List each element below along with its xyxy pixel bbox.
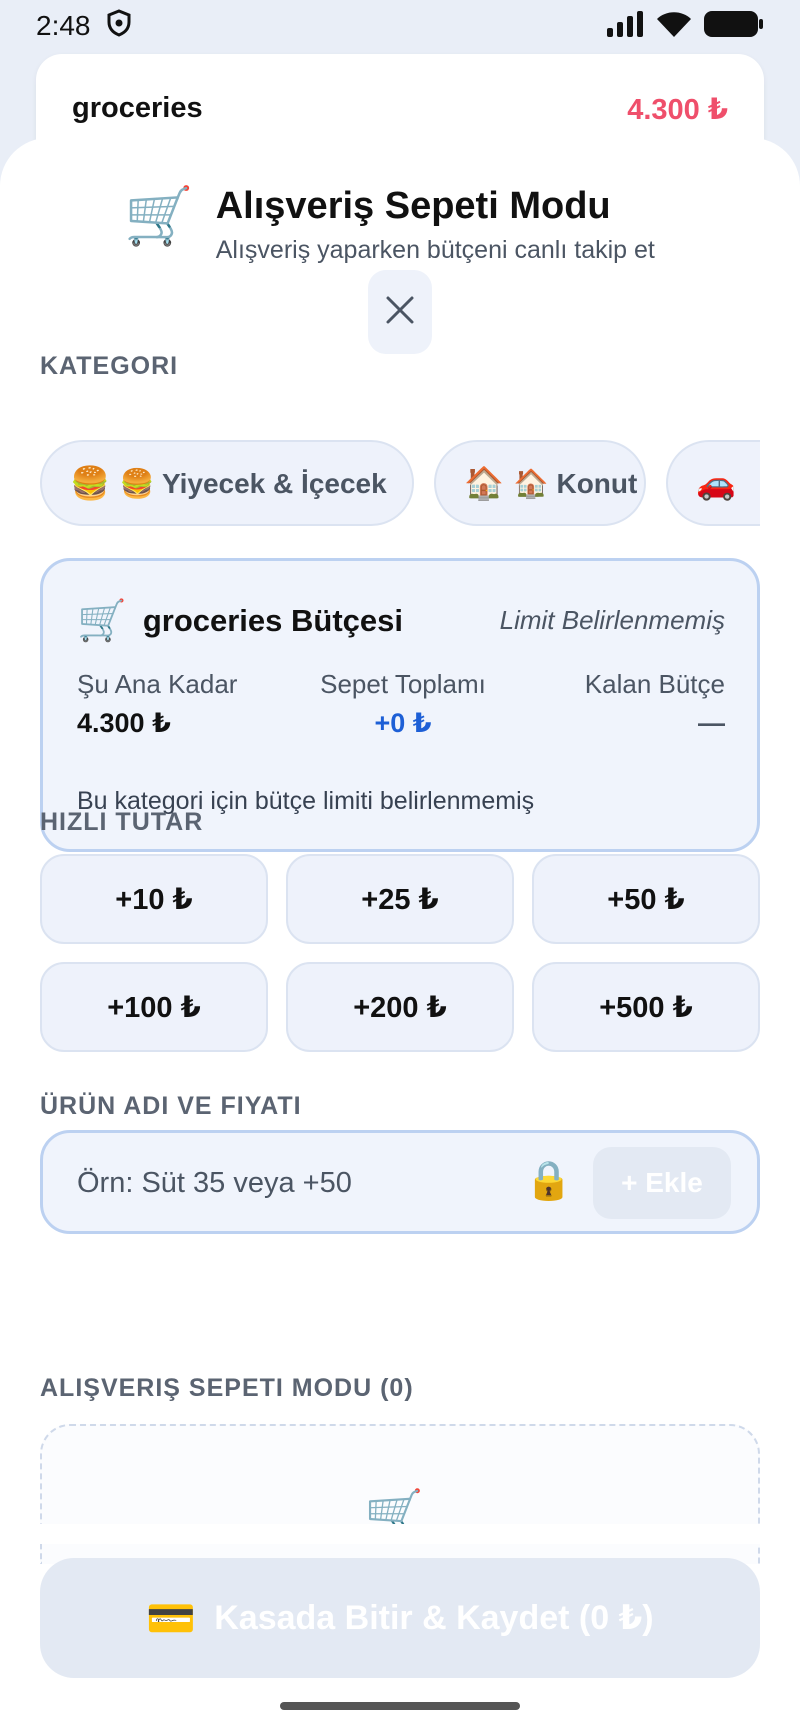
budget-header: 🛒 groceries Bütçesi [77, 597, 403, 644]
shopping-cart-icon: 🛒 [124, 184, 194, 247]
quick-amount-500-button[interactable]: +500 ₺ [532, 962, 760, 1052]
car-icon: 🚗 [696, 465, 736, 501]
chip-transport[interactable]: 🚗 [666, 440, 760, 526]
limit-status: Limit Belirlenmemiş [499, 605, 725, 635]
quick-amount-label: HIZLI TUTAR [40, 808, 204, 836]
quick-amount-10-button[interactable]: +10 ₺ [40, 854, 268, 944]
product-label: ÜRÜN ADI VE FIYATI [40, 1092, 302, 1120]
close-icon [385, 295, 415, 330]
quick-amount-25-button[interactable]: +25 ₺ [286, 854, 514, 944]
burger-icon: 🍔 [70, 465, 110, 501]
lock-icon: 🔒 [525, 1160, 573, 1202]
chip-food-drink[interactable]: 🍔 🍔 Yiyecek & İçecek [40, 440, 414, 526]
wifi-icon [656, 10, 692, 43]
sheet-header: 🛒 Alışveriş Sepeti Modu Alışveriş yapark… [124, 184, 655, 265]
product-input[interactable] [77, 1159, 477, 1207]
remaining-budget: Kalan Bütçe — [585, 669, 725, 739]
finish-label: Kasada Bitir & Kaydet (0 ₺) [214, 1599, 654, 1637]
credit-card-icon: 💳 [146, 1596, 197, 1641]
product-input-wrapper: 🔒 + Ekle [40, 1130, 760, 1234]
finish-checkout-button[interactable]: 💳 Kasada Bitir & Kaydet (0 ₺) [40, 1558, 760, 1678]
cart-label: ALIŞVERIŞ SEPETI MODU (0) [40, 1374, 414, 1402]
chip-label: 🍔 Yiyecek & İçecek [119, 467, 387, 499]
add-button[interactable]: + Ekle [593, 1147, 731, 1219]
status-time: 2:48 [36, 10, 91, 41]
shopping-cart-icon: 🛒 [77, 599, 127, 643]
sheet-subtitle: Alışveriş yaparken bütçeni canlı takip e… [215, 236, 655, 264]
quick-amount-50-button[interactable]: +50 ₺ [532, 854, 760, 944]
battery-icon [704, 10, 764, 43]
quick-amount-200-button[interactable]: +200 ₺ [286, 962, 514, 1052]
shield-icon [107, 8, 131, 44]
chip-label: 🏠 Konut [513, 467, 638, 499]
sheet-title: Alışveriş Sepeti Modu [215, 185, 611, 227]
category-label: KATEGORI [40, 352, 179, 380]
home-indicator[interactable] [280, 1702, 520, 1710]
signal-icon [606, 10, 644, 42]
status-bar: 2:48 [0, 0, 800, 52]
sheet-divider [0, 1524, 800, 1544]
remaining-label: Kalan Bütçe [584, 669, 725, 699]
close-button[interactable] [368, 270, 432, 354]
chip-housing[interactable]: 🏠 🏠 Konut [434, 440, 646, 526]
shopping-cart-sheet: 🛒 Alışveriş Sepeti Modu Alışveriş yapark… [0, 138, 800, 1733]
category-chips: 🍔 🍔 Yiyecek & İçecek 🏠 🏠 Konut 🚗 [40, 440, 760, 530]
quick-amount-100-button[interactable]: +100 ₺ [40, 962, 268, 1052]
house-icon: 🏠 [464, 465, 504, 501]
background-card-amount: 4.300 ₺ [627, 94, 728, 126]
remaining-value: — [698, 708, 725, 738]
background-card-name: groceries [72, 92, 203, 124]
budget-title: groceries Bütçesi [142, 602, 403, 638]
